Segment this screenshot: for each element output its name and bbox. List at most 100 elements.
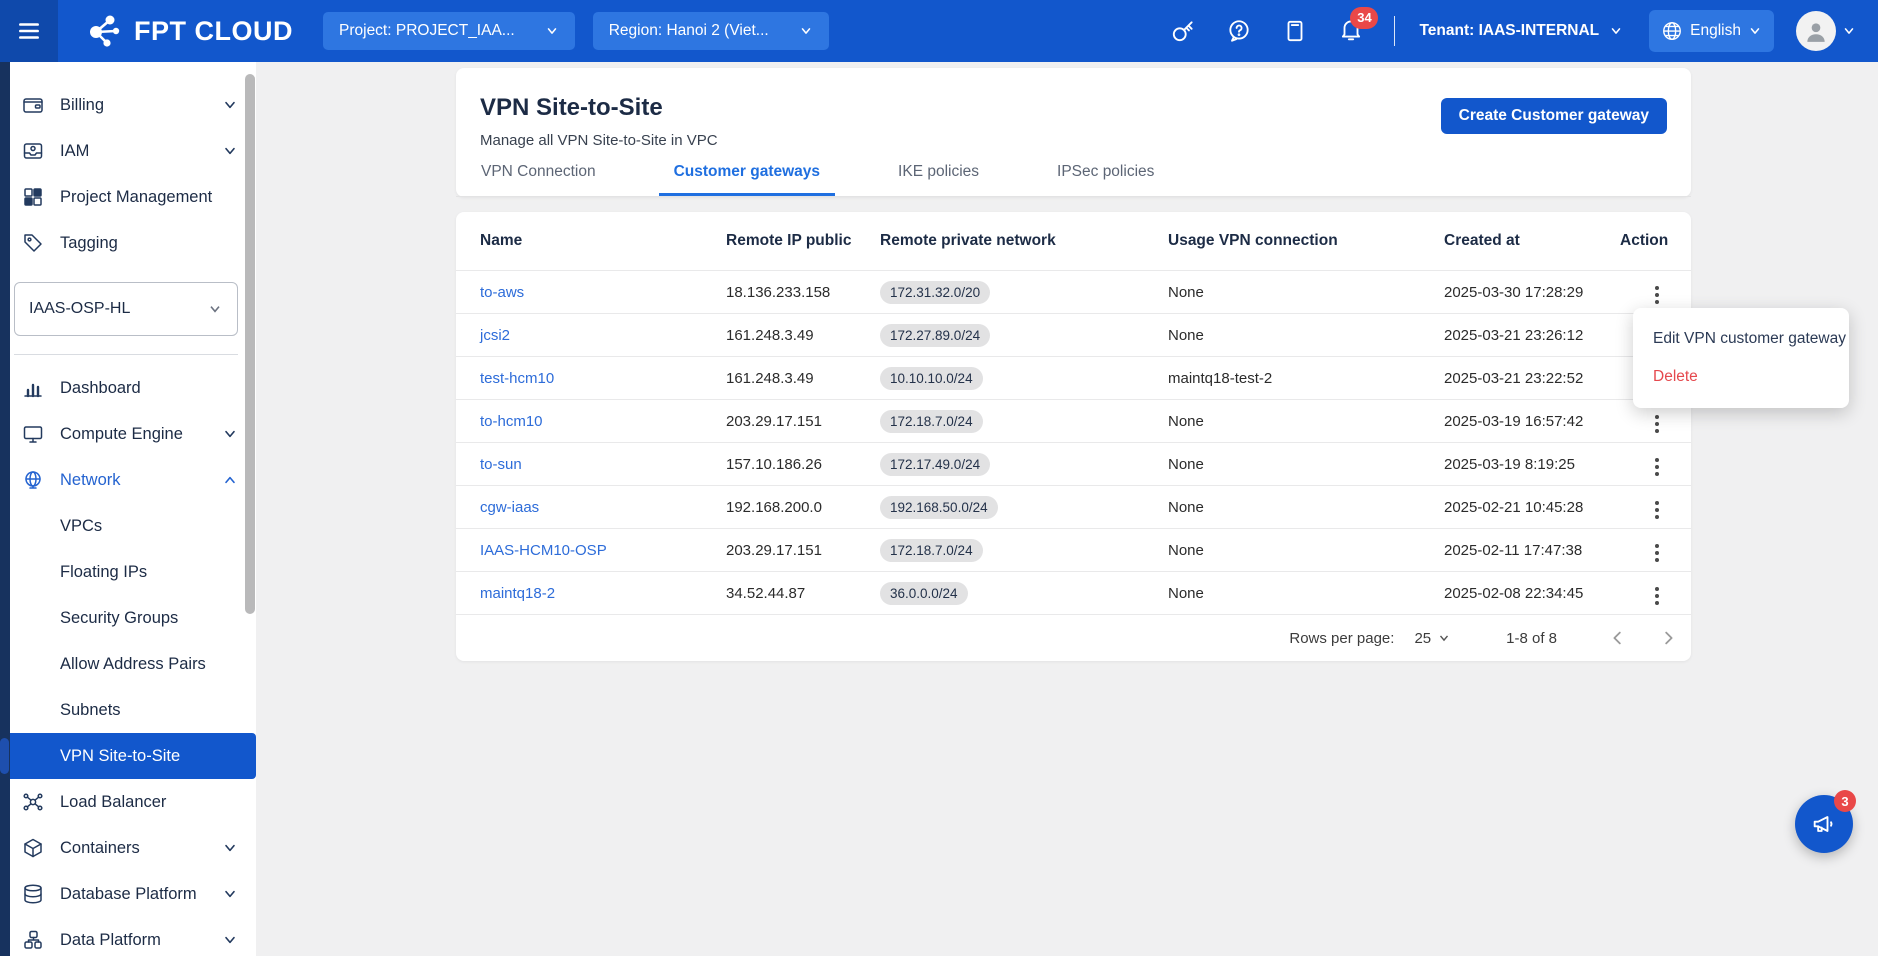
sidebar-item-label: Dashboard — [60, 379, 141, 398]
created-at-cell: 2025-02-08 22:34:45 — [1444, 585, 1620, 602]
notifications-button[interactable]: 34 — [1338, 16, 1364, 47]
page-subtitle: Manage all VPN Site-to-Site in VPC — [480, 132, 718, 149]
gateway-name-link[interactable]: IAAS-HCM10-OSP — [480, 542, 726, 559]
language-selector[interactable]: English — [1649, 10, 1774, 52]
sidebar-item-tagging[interactable]: Tagging — [10, 220, 256, 266]
sidebar-item-label: Compute Engine — [60, 425, 183, 444]
column-header-name: Name — [480, 232, 726, 250]
remote-ip-cell: 161.248.3.49 — [726, 370, 880, 387]
project-selector[interactable]: Project: PROJECT_IAA... — [323, 12, 575, 50]
logo-text: FPT CLOUD — [134, 16, 293, 47]
announcements-fab-button[interactable]: 3 — [1795, 795, 1853, 853]
fpt-cloud-logo[interactable]: FPT CLOUD — [86, 14, 293, 48]
chevron-down-icon — [222, 932, 238, 948]
usage-vpn-connection-cell: None — [1168, 456, 1444, 473]
sidebar-item-database-platform[interactable]: Database Platform — [10, 871, 256, 917]
database-icon — [22, 883, 44, 905]
gateway-name-link[interactable]: to-sun — [480, 456, 726, 473]
region-selector[interactable]: Region: Hanoi 2 (Viet... — [593, 12, 829, 50]
gateway-name-link[interactable]: to-hcm10 — [480, 413, 726, 430]
chevron-down-icon — [222, 840, 238, 856]
created-at-cell: 2025-03-19 8:19:25 — [1444, 456, 1620, 473]
wallet-icon — [22, 94, 44, 116]
megaphone-icon — [1810, 810, 1838, 838]
sidebar-item-containers[interactable]: Containers — [10, 825, 256, 871]
gateway-name-link[interactable]: to-aws — [480, 284, 726, 301]
row-actions-kebab-icon[interactable] — [1647, 411, 1667, 437]
remote-ip-cell: 203.29.17.151 — [726, 542, 880, 559]
delete-menu-item[interactable]: Delete — [1633, 358, 1849, 396]
sidebar-item-load-balancer[interactable]: Load Balancer — [10, 779, 256, 825]
sidebar-item-security-groups[interactable]: Security Groups — [10, 595, 256, 641]
remote-private-network-pill: 172.27.89.0/24 — [880, 324, 990, 347]
chevron-up-icon — [222, 472, 238, 488]
page-title: VPN Site-to-Site — [480, 94, 718, 122]
gateway-name-link[interactable]: jcsi2 — [480, 327, 726, 344]
usage-vpn-connection-cell: None — [1168, 585, 1444, 602]
sidebar-item-floating-ips[interactable]: Floating IPs — [10, 549, 256, 595]
row-actions-kebab-icon[interactable] — [1647, 583, 1667, 609]
sidebar-item-dashboard[interactable]: Dashboard — [10, 365, 256, 411]
row-actions-kebab-icon[interactable] — [1647, 540, 1667, 566]
account-menu[interactable] — [1796, 11, 1856, 51]
sidebar-item-billing[interactable]: Billing — [10, 82, 256, 128]
tenant-label: Tenant: IAAS-INTERNAL — [1419, 22, 1599, 40]
tab-vpn-connection[interactable]: VPN Connection — [466, 163, 611, 196]
gateway-name-link[interactable]: maintq18-2 — [480, 585, 726, 602]
grid-icon — [22, 186, 44, 208]
rows-per-page-select[interactable]: 25 — [1414, 630, 1451, 647]
sidebar-item-iam[interactable]: IAM — [10, 128, 256, 174]
chevron-down-icon — [799, 24, 813, 38]
remote-private-network-pill: 36.0.0.0/24 — [880, 582, 968, 605]
sidebar-item-label: Billing — [60, 96, 104, 115]
project-selector-value: Project: PROJECT_IAA... — [339, 22, 515, 40]
sidebar-item-vpn-site-to-site[interactable]: VPN Site-to-Site — [10, 733, 256, 779]
table-row: to-hcm10 203.29.17.151 172.18.7.0/24 Non… — [456, 399, 1691, 442]
sidebar-item-label: Network — [60, 471, 121, 490]
sidebar-item-network[interactable]: Network — [10, 457, 256, 503]
support-chat-icon[interactable] — [1226, 18, 1252, 44]
menu-toggle-button[interactable] — [0, 0, 58, 62]
vpc-selector-value: IAAS-OSP-HL — [29, 300, 130, 318]
sidebar-item-label: Floating IPs — [60, 563, 147, 582]
tab-ike-policies[interactable]: IKE policies — [883, 163, 994, 196]
sidebar-item-subnets[interactable]: Subnets — [10, 687, 256, 733]
column-header-created-at: Created at — [1444, 232, 1620, 250]
next-page-icon[interactable] — [1659, 629, 1677, 647]
sidebar-item-data-platform[interactable]: Data Platform — [10, 917, 256, 956]
sidebar-item-label: VPCs — [60, 517, 102, 536]
gateway-name-link[interactable]: cgw-iaas — [480, 499, 726, 516]
previous-page-icon[interactable] — [1609, 629, 1627, 647]
created-at-cell: 2025-03-21 23:26:12 — [1444, 327, 1620, 344]
sidebar-item-allow-address-pairs[interactable]: Allow Address Pairs — [10, 641, 256, 687]
edit-vpn-customer-gateway-menu-item[interactable]: Edit VPN customer gateway — [1633, 320, 1849, 358]
row-actions-kebab-icon[interactable] — [1647, 282, 1667, 308]
notification-badge: 34 — [1350, 7, 1378, 29]
table-row: cgw-iaas 192.168.200.0 192.168.50.0/24 N… — [456, 485, 1691, 528]
tenant-selector[interactable]: Tenant: IAAS-INTERNAL — [1419, 22, 1623, 40]
usage-vpn-connection-cell: None — [1168, 542, 1444, 559]
remote-private-network-pill: 172.18.7.0/24 — [880, 410, 983, 433]
tab-ipsec-policies[interactable]: IPSec policies — [1042, 163, 1169, 196]
sidebar-item-label: Security Groups — [60, 609, 178, 628]
language-label: English — [1690, 22, 1741, 40]
sidebar-item-compute-engine[interactable]: Compute Engine — [10, 411, 256, 457]
key-icon[interactable] — [1170, 18, 1196, 44]
chevron-down-icon — [1748, 24, 1762, 38]
sidebar-item-label: Containers — [60, 839, 140, 858]
monitor-icon — [22, 423, 44, 445]
gateway-name-link[interactable]: test-hcm10 — [480, 370, 726, 387]
row-actions-kebab-icon[interactable] — [1647, 454, 1667, 480]
sidebar-item-vpcs[interactable]: VPCs — [10, 503, 256, 549]
remote-private-network-pill: 10.10.10.0/24 — [880, 367, 983, 390]
sidebar-item-project-management[interactable]: Project Management — [10, 174, 256, 220]
usage-vpn-connection-cell: None — [1168, 284, 1444, 301]
usage-vpn-connection-cell: None — [1168, 413, 1444, 430]
create-customer-gateway-button[interactable]: Create Customer gateway — [1441, 98, 1667, 134]
vpc-selector[interactable]: IAAS-OSP-HL — [14, 282, 238, 336]
main-area: VPN Site-to-Site Manage all VPN Site-to-… — [256, 62, 1878, 956]
docs-icon[interactable] — [1282, 18, 1308, 44]
sidebar-scrollbar[interactable] — [245, 74, 255, 614]
row-actions-kebab-icon[interactable] — [1647, 497, 1667, 523]
tab-customer-gateways[interactable]: Customer gateways — [659, 163, 835, 196]
